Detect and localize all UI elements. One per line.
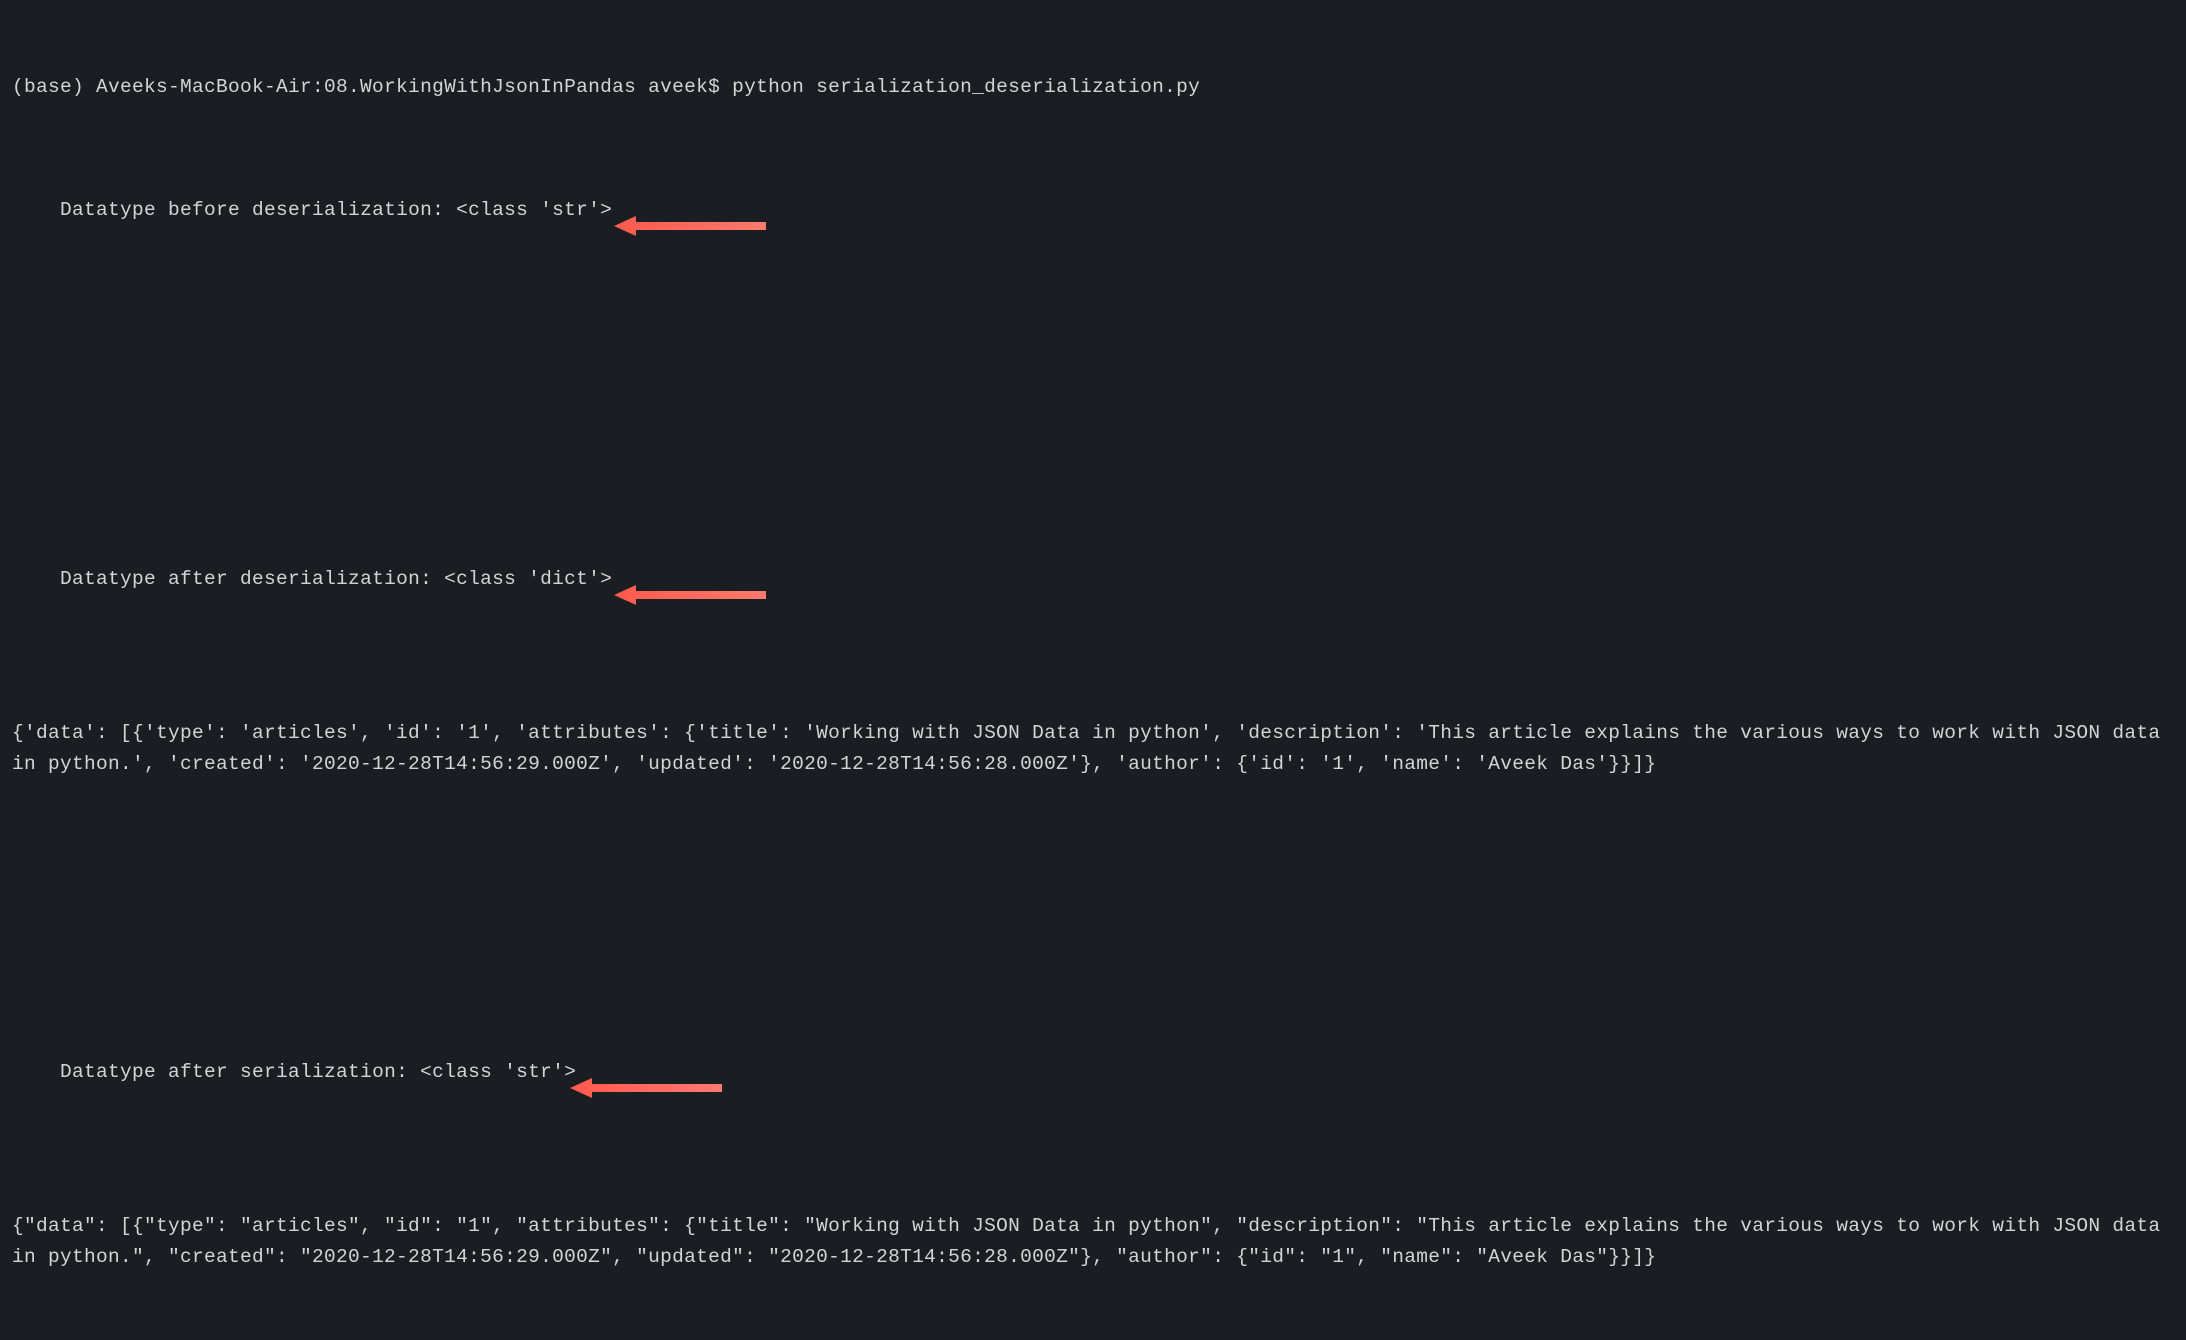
blank-line (12, 934, 2174, 965)
annotation-arrow-3 (566, 1075, 726, 1101)
output-text: Datatype after deserialization: <class '… (60, 568, 612, 590)
terminal-output: (base) Aveeks-MacBook-Air:08.WorkingWith… (12, 10, 2174, 1340)
arrow-left-icon (566, 1075, 726, 1101)
arrow-left-icon (610, 582, 770, 608)
annotation-arrow-1 (610, 213, 770, 239)
blank-line (12, 842, 2174, 873)
output-line-before-deserialization: Datatype before deserialization: <class … (12, 164, 2174, 287)
annotation-arrow-2 (610, 582, 770, 608)
prompt-line[interactable]: (base) Aveeks-MacBook-Air:08.WorkingWith… (12, 1334, 2174, 1340)
command-line: (base) Aveeks-MacBook-Air:08.WorkingWith… (12, 72, 2174, 103)
json-string-output: {"data": [{"type": "articles", "id": "1"… (12, 1211, 2174, 1273)
arrow-left-icon (610, 213, 770, 239)
blank-line (12, 349, 2174, 380)
output-line-after-serialization: Datatype after serialization: <class 'st… (12, 1026, 2174, 1149)
blank-line (12, 441, 2174, 472)
output-text: Datatype after serialization: <class 'st… (60, 1061, 576, 1083)
dict-output: {'data': [{'type': 'articles', 'id': '1'… (12, 718, 2174, 780)
output-line-after-deserialization: Datatype after deserialization: <class '… (12, 534, 2174, 657)
output-text: Datatype before deserialization: <class … (60, 199, 612, 221)
